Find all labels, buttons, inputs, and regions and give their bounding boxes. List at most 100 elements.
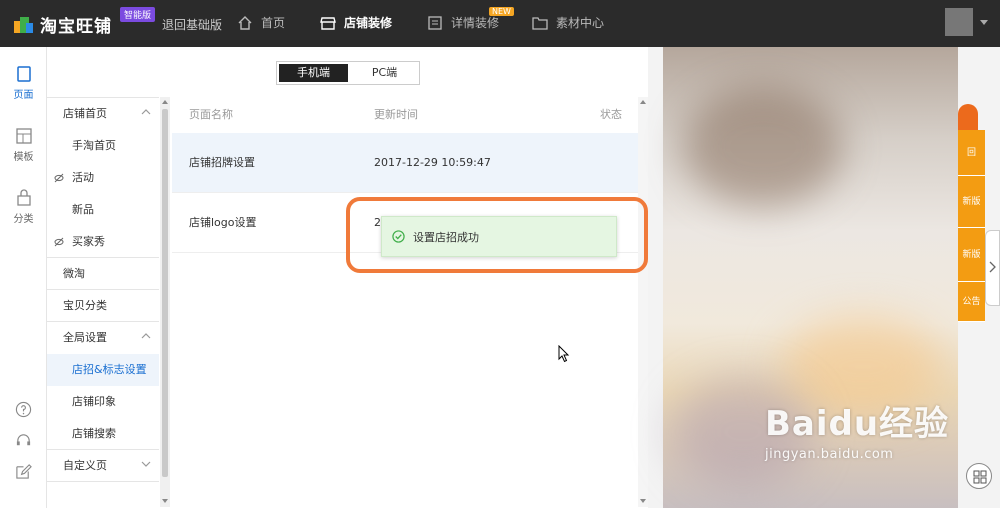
tree-item-global-settings[interactable]: 全局设置	[47, 322, 159, 354]
tree-item-label: 店铺搜索	[72, 427, 116, 440]
scroll-down-icon[interactable]	[162, 499, 168, 503]
rail-pages-label: 页面	[13, 90, 34, 101]
editor-panel: 手机端 PC端 店铺首页 手淘首页 活动 新品 买家秀 微淘 宝贝分类 全局设置…	[47, 47, 648, 508]
tree-item-label: 新品	[72, 203, 94, 216]
table-scrollbar[interactable]	[638, 97, 648, 507]
tree-item-weitao[interactable]: 微淘	[47, 258, 159, 290]
tree-item-label: 店铺印象	[72, 395, 116, 408]
document-icon	[428, 15, 442, 30]
tree-scrollbar[interactable]	[160, 97, 170, 507]
top-bar: 淘宝旺铺 智能版 退回基础版 首页 店铺装修 详情装修 NEW 素材中心	[0, 0, 1000, 47]
row-page-name: 店铺logo设置	[189, 216, 257, 229]
tree-item-buyer-show[interactable]: 买家秀	[47, 226, 159, 258]
tree-item-store-impression[interactable]: 店铺印象	[47, 386, 159, 418]
help-icon[interactable]	[15, 401, 32, 418]
folder-icon	[532, 16, 548, 30]
scroll-down-icon[interactable]	[640, 499, 646, 503]
panel-expander[interactable]	[985, 230, 1000, 306]
eye-off-icon	[54, 173, 64, 183]
nav-material-center[interactable]: 素材中心	[532, 14, 604, 31]
eye-off-icon	[54, 237, 64, 247]
store-icon	[320, 16, 336, 30]
grid-icon	[973, 470, 987, 484]
success-toast: 设置店招成功	[381, 216, 617, 257]
tree-item-store-home[interactable]: 店铺首页	[47, 98, 159, 130]
back-to-basic-link[interactable]: 退回基础版	[162, 16, 222, 33]
nav-store-decoration-label: 店铺装修	[344, 16, 393, 30]
chevron-down-icon[interactable]	[980, 20, 988, 25]
tree-item-mobile-home[interactable]: 手淘首页	[47, 130, 159, 162]
pc-tab[interactable]: PC端	[350, 62, 419, 84]
home-icon	[238, 15, 252, 30]
tree-item-label: 店招&标志设置	[72, 363, 147, 376]
device-switch: 手机端 PC端	[276, 61, 420, 85]
rail-templates[interactable]: 模板	[0, 127, 47, 163]
tree-item-banner-logo-settings[interactable]: 店招&标志设置	[47, 354, 159, 386]
tree-item-label: 店铺首页	[63, 107, 107, 120]
page-tree: 店铺首页 手淘首页 活动 新品 买家秀 微淘 宝贝分类 全局设置 店招&标志设置…	[47, 97, 159, 508]
template-icon	[15, 128, 32, 144]
nav-detail-decoration[interactable]: 详情装修	[427, 14, 499, 31]
tree-item-label: 全局设置	[63, 331, 107, 344]
settings-table: 页面名称 更新时间 状态 店铺招牌设置 2017-12-29 10:59:47 …	[172, 97, 638, 508]
row-update-time: 2017-12-29 10:59:47	[374, 156, 491, 169]
rail-categories[interactable]: 分类	[0, 189, 47, 225]
tree-item-label: 手淘首页	[72, 139, 116, 152]
chevron-right-icon	[989, 261, 996, 273]
bag-icon	[16, 189, 31, 206]
side-tool[interactable]: 新版	[958, 228, 985, 282]
chevron-up-icon[interactable]	[141, 331, 151, 341]
chevron-down-icon[interactable]	[141, 459, 151, 469]
table-row[interactable]: 店铺招牌设置 2017-12-29 10:59:47	[172, 133, 638, 193]
header-status: 状态	[600, 108, 622, 121]
tree-item-activity[interactable]: 活动	[47, 162, 159, 194]
left-rail: 页面 模板 分类	[0, 47, 47, 508]
tree-item-label: 宝贝分类	[63, 299, 107, 312]
mobile-tab[interactable]: 手机端	[279, 64, 348, 82]
rail-categories-label: 分类	[13, 214, 34, 225]
rail-templates-label: 模板	[13, 152, 34, 163]
side-tool[interactable]: 回	[958, 130, 985, 176]
header-update-time: 更新时间	[374, 108, 418, 121]
app-name: 淘宝旺铺	[40, 17, 112, 37]
nav-home[interactable]: 首页	[237, 14, 285, 31]
tree-item-new-arrivals[interactable]: 新品	[47, 194, 159, 226]
nav-detail-decoration-label: 详情装修	[451, 16, 500, 30]
tree-item-label: 活动	[72, 171, 94, 184]
toast-message: 设置店招成功	[413, 230, 479, 244]
tree-item-label: 自定义页	[63, 459, 107, 472]
scrollbar-thumb[interactable]	[162, 109, 168, 477]
headset-icon[interactable]	[15, 432, 32, 449]
mascot-icon	[958, 104, 978, 130]
side-tool[interactable]: 公告	[958, 282, 985, 322]
side-tool[interactable]: 新版	[958, 176, 985, 228]
table-header: 页面名称 更新时间 状态	[172, 97, 638, 133]
user-avatar[interactable]	[945, 8, 973, 36]
watermark: Baidu经验 jingyan.baidu.com	[765, 396, 960, 462]
row-page-name: 店铺招牌设置	[189, 156, 255, 169]
nav-material-center-label: 素材中心	[556, 16, 605, 30]
nav-store-decoration[interactable]: 店铺装修	[320, 14, 392, 31]
nav-home-label: 首页	[261, 16, 286, 30]
chevron-up-icon[interactable]	[141, 107, 151, 117]
tree-item-label: 微淘	[63, 267, 85, 280]
check-circle-icon	[392, 230, 405, 243]
scroll-up-icon[interactable]	[162, 100, 168, 104]
edition-badge: 智能版	[120, 7, 156, 22]
rail-pages[interactable]: 页面	[0, 65, 47, 101]
logo-icon	[14, 15, 34, 35]
preview-image	[683, 87, 843, 207]
tree-item-custom-pages[interactable]: 自定义页	[47, 450, 159, 482]
tree-item-store-search[interactable]: 店铺搜索	[47, 418, 159, 450]
mouse-cursor-icon	[558, 345, 570, 363]
grid-view-button[interactable]	[966, 463, 992, 489]
watermark-title: Baidu经验	[765, 404, 950, 444]
watermark-url: jingyan.baidu.com	[765, 447, 894, 462]
scroll-up-icon[interactable]	[640, 100, 646, 104]
header-page-name: 页面名称	[189, 108, 233, 121]
tree-item-label: 买家秀	[72, 235, 105, 248]
edit-icon[interactable]	[15, 463, 32, 480]
app-logo[interactable]: 淘宝旺铺	[14, 12, 112, 37]
tree-item-product-category[interactable]: 宝贝分类	[47, 290, 159, 322]
new-badge: NEW	[489, 7, 514, 16]
